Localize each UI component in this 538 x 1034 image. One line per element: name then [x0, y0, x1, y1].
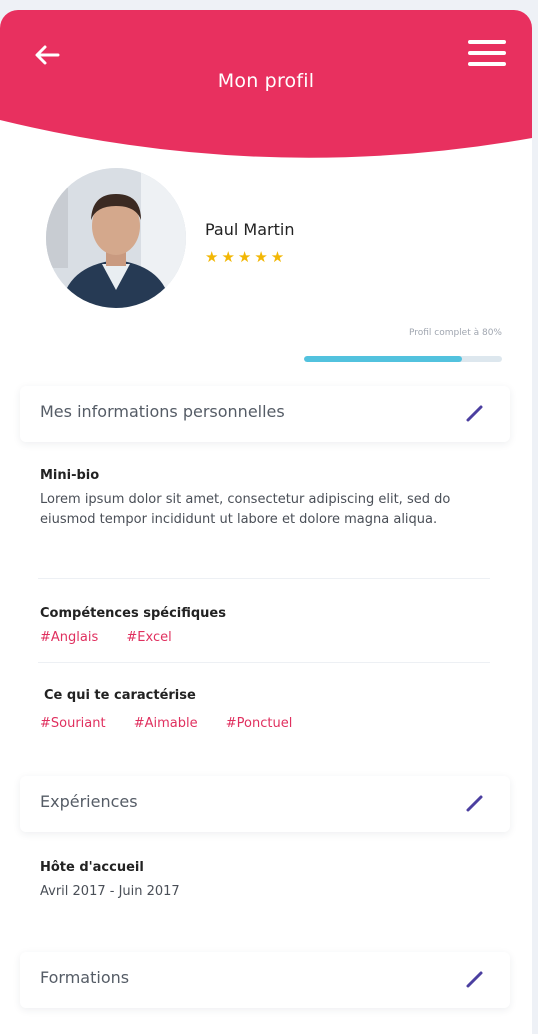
header: Mon profil	[0, 10, 532, 170]
trait-tag[interactable]: #Souriant	[40, 716, 106, 731]
rating-stars: ★★★★★	[205, 248, 288, 266]
profile-completion-bar	[304, 356, 502, 362]
avatar-photo	[46, 168, 186, 308]
back-button[interactable]	[34, 44, 60, 66]
profile-screen: Mon profil Paul Martin ★★★★★ Profil comp…	[0, 10, 532, 1034]
bio-label: Mini-bio	[40, 468, 100, 483]
experience-dates: Avril 2017 - Juin 2017	[40, 884, 180, 899]
trait-tag[interactable]: #Aimable	[134, 716, 198, 731]
skills-label: Compétences spécifiques	[40, 606, 226, 621]
skills-tags: #Anglais #Excel	[40, 630, 196, 645]
trait-tag[interactable]: #Ponctuel	[226, 716, 293, 731]
pencil-icon	[466, 795, 483, 812]
arrow-left-icon	[35, 45, 60, 65]
page-title: Mon profil	[217, 70, 315, 92]
experience-title: Hôte d'accueil	[40, 860, 144, 875]
section-experiences[interactable]: Expériences	[20, 776, 510, 832]
section-title: Formations	[40, 968, 130, 987]
section-personal-info[interactable]: Mes informations personnelles	[20, 386, 510, 442]
bio-text: Lorem ipsum dolor sit amet, consectetur …	[40, 492, 451, 527]
pencil-icon	[466, 971, 483, 988]
profile-name: Paul Martin	[205, 220, 295, 239]
traits-tags: #Souriant #Aimable #Ponctuel	[40, 716, 316, 731]
traits-label: Ce qui te caractérise	[44, 688, 196, 703]
edit-personal-info-button[interactable]	[464, 402, 486, 424]
divider	[38, 662, 490, 663]
avatar[interactable]	[46, 168, 186, 308]
section-title: Expériences	[40, 792, 138, 811]
profile-completion-fill	[304, 356, 463, 362]
divider	[38, 578, 490, 579]
profile-completion-label: Profil complet à 80%	[408, 328, 502, 338]
menu-button[interactable]	[468, 40, 506, 70]
skill-tag[interactable]: #Excel	[126, 630, 171, 645]
section-title: Mes informations personnelles	[40, 402, 285, 421]
edit-formations-button[interactable]	[464, 968, 486, 990]
skill-tag[interactable]: #Anglais	[40, 630, 98, 645]
section-formations[interactable]: Formations	[20, 952, 510, 1008]
hamburger-menu-icon	[468, 40, 506, 66]
edit-experiences-button[interactable]	[464, 792, 486, 814]
pencil-icon	[466, 405, 483, 422]
